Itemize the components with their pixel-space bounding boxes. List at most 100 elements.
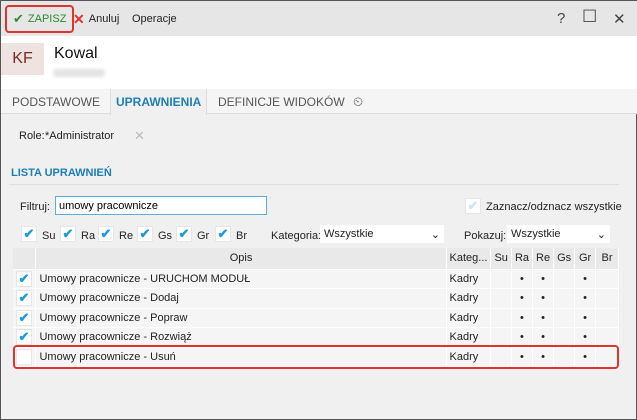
history-icon[interactable]: ⏲	[348, 89, 368, 114]
row-flag: •	[532, 347, 555, 367]
row-description: Umowy pracownicze - Popraw	[35, 308, 447, 328]
select-all-label: Zaznacz/odznacz wszystkie	[486, 201, 622, 213]
row-checkbox[interactable]: ✔	[16, 270, 32, 287]
maximize-button[interactable]: ☐	[582, 7, 597, 27]
operations-menu[interactable]: Operacje	[132, 9, 177, 29]
row-flag: •	[574, 327, 597, 348]
row-checkbox[interactable]: ✔	[16, 309, 32, 326]
row-flag: •	[511, 308, 534, 328]
column-header[interactable]: Re	[532, 248, 555, 270]
tab-definicje-widokow[interactable]: DEFINICJE WIDOKÓW	[213, 89, 350, 114]
row-checkbox-cell: ✔	[13, 327, 37, 348]
row-flag	[553, 308, 576, 328]
flag-checkbox-su[interactable]: ✔	[21, 226, 37, 242]
redacted-subtitle	[53, 69, 105, 77]
row-flag: •	[574, 347, 597, 367]
divider	[9, 184, 619, 185]
chevron-down-icon: ⌄	[430, 228, 440, 241]
row-flag	[490, 288, 512, 309]
flag-checkbox-gs[interactable]: ✔	[137, 226, 153, 242]
row-flag: •	[532, 288, 555, 309]
flag-checkbox-br[interactable]: ✔	[215, 226, 231, 242]
flag-checkbox-re[interactable]: ✔	[98, 226, 114, 242]
row-category: Kadry	[446, 269, 492, 289]
table-row[interactable]: ✔ Umowy pracownicze - Popraw Kadry • • •	[13, 308, 619, 328]
row-checkbox-cell: ✔	[13, 308, 37, 328]
cancel-button[interactable]: ✕ Anuluj	[73, 9, 119, 29]
flag-checkbox-gr[interactable]: ✔	[176, 226, 192, 242]
flag-label: Gs	[158, 230, 173, 242]
row-description: Umowy pracownicze - URUCHOM MODUŁ	[35, 269, 447, 289]
flag-label: Ra	[81, 230, 96, 242]
row-flag	[595, 308, 619, 328]
row-description: Umowy pracownicze - Usuń	[35, 347, 447, 367]
column-header[interactable]: Ra	[511, 248, 534, 270]
tab-podstawowe[interactable]: PODSTAWOWE	[7, 89, 105, 114]
table-row[interactable]: ✔ Umowy pracownicze - Dodaj Kadry • • •	[13, 288, 619, 309]
row-flag	[553, 347, 576, 367]
row-checkbox-cell	[13, 347, 37, 367]
row-category: Kadry	[446, 288, 492, 309]
row-flag: •	[574, 308, 597, 328]
row-checkbox-cell: ✔	[13, 269, 37, 289]
row-flag	[490, 327, 512, 348]
filter-input[interactable]	[55, 196, 267, 215]
row-flag	[595, 269, 619, 289]
role-value: *Administrator	[45, 130, 115, 142]
row-flag: •	[532, 269, 555, 289]
tab-uprawnienia[interactable]: UPRAWNIENIA	[110, 89, 208, 115]
category-select[interactable]: Wszystkie ⌄	[320, 225, 444, 243]
row-checkbox-cell: ✔	[13, 288, 37, 309]
row-category: Kadry	[446, 327, 492, 348]
table-row[interactable]: Umowy pracownicze - Usuń Kadry • • •	[13, 347, 619, 367]
column-header[interactable]: Gr	[574, 248, 597, 270]
row-flag	[595, 347, 619, 367]
row-flag	[553, 269, 576, 289]
row-checkbox[interactable]	[16, 348, 32, 365]
filter-label: Filtruj:	[20, 201, 50, 213]
select-all-checkbox[interactable]: ✔	[465, 198, 481, 214]
section-title: LISTA UPRAWNIEŃ	[11, 167, 112, 179]
column-header[interactable]: Su	[490, 248, 512, 270]
row-flag: •	[574, 269, 597, 289]
row-description: Umowy pracownicze - Rozwiąż	[35, 327, 447, 348]
help-button[interactable]: ?	[557, 10, 565, 27]
column-header[interactable]: Opis	[35, 248, 447, 270]
row-flag: •	[511, 288, 534, 309]
row-flag	[595, 327, 619, 348]
row-flag	[553, 288, 576, 309]
flag-label: Su	[42, 230, 56, 242]
record-name: Kowal	[54, 45, 98, 62]
row-flag	[490, 269, 512, 289]
row-flag: •	[511, 269, 534, 289]
show-select[interactable]: Wszystkie ⌄	[507, 225, 610, 243]
table-row[interactable]: ✔ Umowy pracownicze - Rozwiąż Kadry • • •	[13, 327, 619, 348]
column-header[interactable]: Br	[595, 248, 619, 270]
remove-role-icon[interactable]: ✕	[134, 128, 145, 144]
row-flag: •	[532, 308, 555, 328]
table-row[interactable]: ✔ Umowy pracownicze - URUCHOM MODUŁ Kadry •…	[13, 269, 619, 289]
show-label: Pokazuj:	[464, 230, 507, 242]
chevron-down-icon: ⌄	[596, 228, 606, 241]
row-checkbox[interactable]: ✔	[16, 329, 32, 346]
permissions-table: Opis Kateg... Su Ra Re Gs Gr Br ✔ Umowy pracowni…	[13, 248, 619, 367]
row-flag: •	[574, 288, 597, 309]
column-header[interactable]: Gs	[553, 248, 576, 270]
row-category: Kadry	[446, 308, 492, 328]
category-label: Kategoria:	[271, 230, 322, 242]
flag-label: Gr	[197, 230, 210, 242]
row-flag	[553, 327, 576, 348]
flag-label: Br	[236, 230, 247, 242]
x-icon: ✕	[73, 10, 85, 27]
save-button[interactable]: ✔ ZAPISZ	[5, 5, 75, 33]
column-header[interactable]: Kateg...	[446, 248, 492, 270]
check-icon: ✔	[13, 11, 24, 26]
row-description: Umowy pracownicze - Dodaj	[35, 288, 447, 309]
flag-checkbox-ra[interactable]: ✔	[60, 226, 76, 242]
row-checkbox[interactable]: ✔	[16, 290, 32, 307]
row-flag	[490, 308, 512, 328]
row-flag: •	[532, 327, 555, 348]
row-flag	[490, 347, 512, 367]
close-button[interactable]: ✕	[613, 10, 626, 28]
row-flag: •	[511, 327, 534, 348]
